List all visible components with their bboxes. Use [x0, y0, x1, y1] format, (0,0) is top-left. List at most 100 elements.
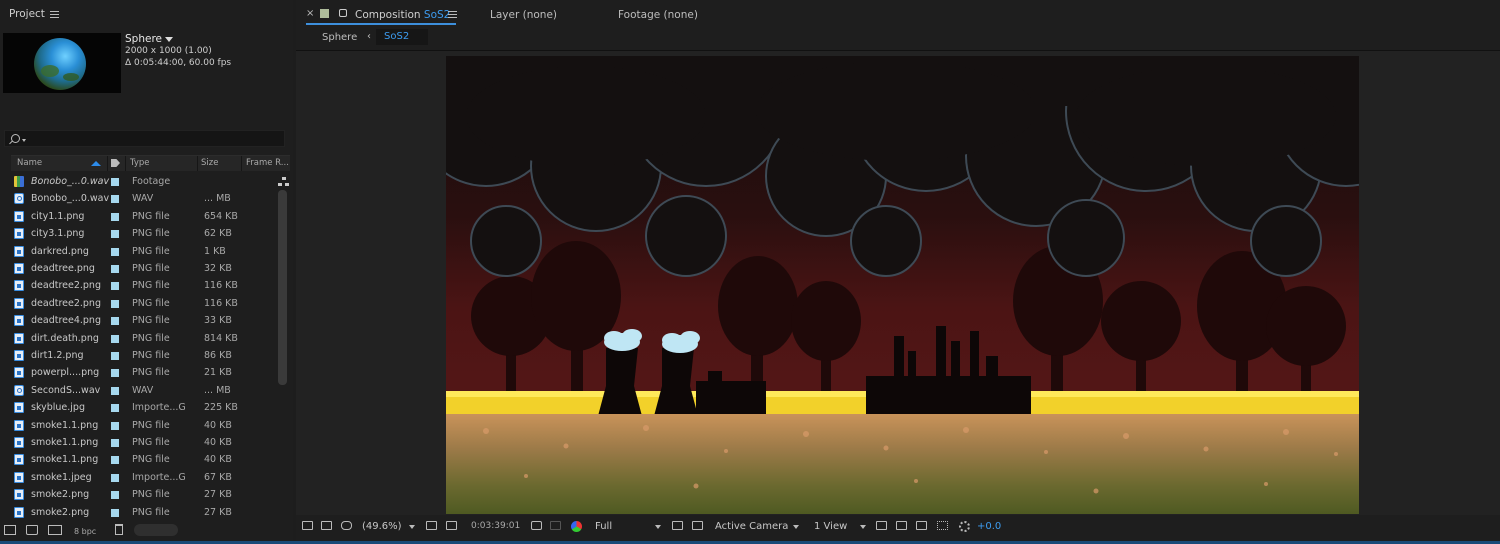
- file-row[interactable]: smoke1.jpeg Importe...G 67 KB: [11, 469, 277, 487]
- file-row[interactable]: smoke1.1.png PNG file 40 KB: [11, 451, 277, 469]
- mask-visibility-icon[interactable]: [341, 521, 352, 530]
- column-frame-rate[interactable]: Frame R...: [246, 158, 289, 168]
- file-row[interactable]: SecondS...wav WAV ... MB: [11, 382, 277, 400]
- label-color-swatch[interactable]: [111, 491, 119, 500]
- chevron-down-icon[interactable]: [655, 525, 661, 529]
- file-row[interactable]: Bonobo_...0.wav WAV ... MB: [11, 190, 277, 208]
- chevron-down-icon[interactable]: [860, 525, 866, 529]
- tab-layer[interactable]: Layer (none): [490, 9, 557, 21]
- file-row[interactable]: city1.1.png PNG file 654 KB: [11, 208, 277, 226]
- thumbnail-size-slider[interactable]: [134, 524, 178, 536]
- label-color-swatch[interactable]: [111, 212, 119, 221]
- flowchart-icon[interactable]: [937, 521, 948, 530]
- new-folder-icon[interactable]: [26, 525, 38, 535]
- exposure-value[interactable]: +0.0: [977, 521, 1001, 532]
- file-row[interactable]: powerpl....png PNG file 21 KB: [11, 364, 277, 382]
- transparency-grid-icon[interactable]: [692, 521, 703, 530]
- file-row[interactable]: deadtree.png PNG file 32 KB: [11, 260, 277, 278]
- sort-ascending-icon[interactable]: [91, 161, 101, 166]
- breadcrumb-parent[interactable]: Sphere: [322, 32, 357, 43]
- panel-menu-icon[interactable]: [50, 11, 59, 18]
- file-row[interactable]: deadtree2.png PNG file 116 KB: [11, 295, 277, 313]
- file-row[interactable]: smoke1.1.png PNG file 40 KB: [11, 417, 277, 435]
- column-divider[interactable]: [125, 156, 126, 171]
- label-color-swatch[interactable]: [111, 247, 119, 256]
- resolution-select[interactable]: Full: [595, 521, 612, 532]
- interpret-footage-icon[interactable]: [4, 525, 16, 535]
- toggle-pixel-aspect-icon[interactable]: [876, 521, 887, 530]
- file-row[interactable]: city3.1.png PNG file 62 KB: [11, 225, 277, 243]
- bit-depth-label[interactable]: 8 bpc: [74, 527, 96, 536]
- label-color-swatch[interactable]: [111, 299, 119, 308]
- file-row[interactable]: dirt1.2.png PNG file 86 KB: [11, 347, 277, 365]
- fast-previews-icon[interactable]: [672, 521, 683, 530]
- label-color-swatch[interactable]: [111, 404, 119, 413]
- camera-snapshot-icon[interactable]: [531, 521, 542, 530]
- lock-icon[interactable]: [339, 9, 347, 17]
- tab-composition[interactable]: Composition SoS2: [355, 9, 450, 21]
- project-panel-title[interactable]: Project: [9, 8, 45, 20]
- file-row[interactable]: deadtree4.png PNG file 33 KB: [11, 312, 277, 330]
- file-row[interactable]: smoke1.1.png PNG file 40 KB: [11, 434, 277, 452]
- file-row[interactable]: skyblue.jpg Importe...G 225 KB: [11, 399, 277, 417]
- fast-preview-render-icon[interactable]: [896, 521, 907, 530]
- label-color-swatch[interactable]: [111, 230, 119, 239]
- file-row[interactable]: smoke2.png PNG file 27 KB: [11, 486, 277, 504]
- close-icon[interactable]: ×: [306, 8, 314, 19]
- label-color-swatch[interactable]: [111, 265, 119, 273]
- trash-icon[interactable]: [115, 524, 123, 535]
- label-color-swatch[interactable]: [111, 456, 119, 465]
- timeline-icon[interactable]: [916, 521, 927, 530]
- project-scrollbar[interactable]: [278, 190, 287, 385]
- color-channels-icon[interactable]: [571, 521, 582, 532]
- column-type[interactable]: Type: [130, 158, 150, 168]
- file-row[interactable]: Bonobo_...0.wav Footage: [11, 173, 277, 191]
- zoom-level[interactable]: (49.6%): [362, 521, 402, 532]
- new-composition-icon[interactable]: [48, 525, 62, 535]
- monitor-icon[interactable]: [321, 521, 332, 530]
- label-color-swatch[interactable]: [111, 386, 119, 395]
- selected-item-name[interactable]: Sphere: [125, 33, 162, 45]
- chevron-down-icon[interactable]: [793, 525, 799, 529]
- file-row[interactable]: dirt.death.png PNG file 814 KB: [11, 330, 277, 348]
- breadcrumb-current[interactable]: SoS2: [376, 29, 428, 45]
- composition-canvas[interactable]: [446, 56, 1359, 514]
- project-search-input[interactable]: [4, 130, 285, 147]
- chevron-down-icon[interactable]: [409, 525, 415, 529]
- label-color-swatch[interactable]: [111, 421, 119, 430]
- label-color-swatch[interactable]: [111, 352, 119, 360]
- file-row[interactable]: darkred.png PNG file 1 KB: [11, 243, 277, 261]
- label-color-swatch[interactable]: [111, 508, 119, 517]
- label-tag-icon[interactable]: [111, 159, 120, 167]
- panel-menu-icon[interactable]: [448, 11, 457, 18]
- flowchart-icon[interactable]: [278, 177, 289, 187]
- column-size[interactable]: Size: [201, 158, 218, 168]
- column-name[interactable]: Name: [17, 158, 42, 168]
- label-color-swatch[interactable]: [111, 178, 119, 186]
- label-color-swatch[interactable]: [111, 473, 119, 482]
- label-color-swatch[interactable]: [111, 334, 119, 343]
- safe-margins-icon[interactable]: [426, 521, 437, 530]
- label-color-swatch[interactable]: [111, 439, 119, 447]
- region-of-interest-icon[interactable]: [446, 521, 457, 530]
- search-icon[interactable]: [11, 134, 20, 143]
- reset-exposure-icon[interactable]: [959, 521, 970, 532]
- always-preview-icon[interactable]: [302, 521, 313, 530]
- search-options-caret-icon[interactable]: [22, 139, 26, 142]
- show-snapshot-icon[interactable]: [550, 521, 561, 530]
- current-timecode[interactable]: 0:03:39:01: [471, 521, 520, 531]
- file-row[interactable]: smoke2.png PNG file 27 KB: [11, 504, 277, 522]
- active-camera-select[interactable]: Active Camera: [715, 521, 788, 532]
- chevron-down-icon[interactable]: [165, 37, 173, 42]
- file-row[interactable]: deadtree2.png PNG file 116 KB: [11, 277, 277, 295]
- composition-viewer[interactable]: [296, 51, 1500, 515]
- label-color-swatch[interactable]: [111, 195, 119, 204]
- column-divider[interactable]: [241, 156, 242, 171]
- view-layout-select[interactable]: 1 View: [814, 521, 847, 532]
- label-color-swatch[interactable]: [111, 282, 119, 291]
- tab-footage[interactable]: Footage (none): [618, 9, 698, 21]
- label-color-swatch[interactable]: [111, 369, 119, 378]
- label-color-swatch[interactable]: [111, 317, 119, 326]
- column-divider[interactable]: [107, 156, 108, 171]
- column-divider[interactable]: [197, 156, 198, 171]
